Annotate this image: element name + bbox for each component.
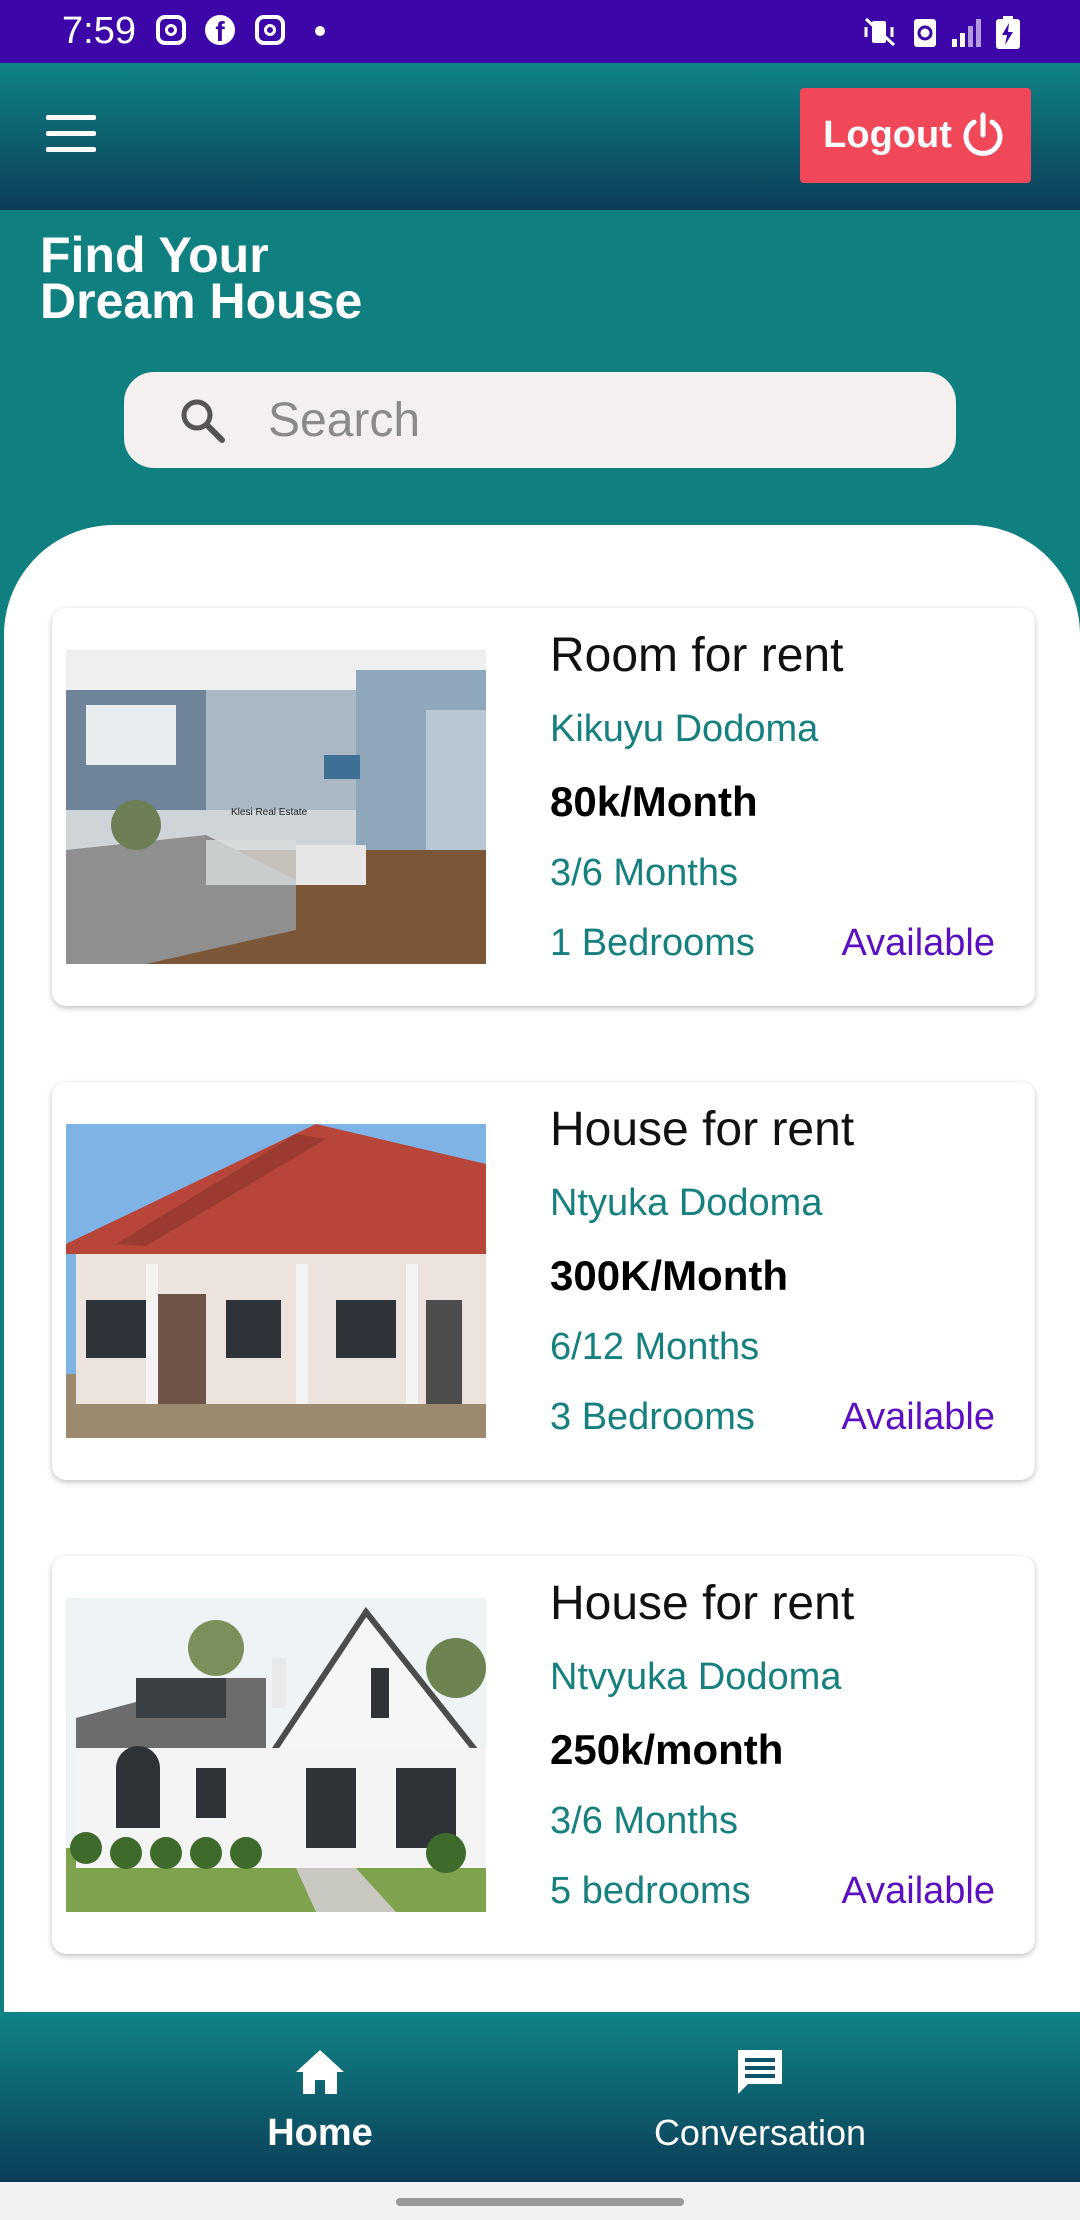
listing-card[interactable]: Klesi Real Estate Room for rent Kikuyu D… [52, 608, 1035, 1006]
facebook-icon: f [205, 15, 235, 47]
listing-title: House for rent [550, 1577, 855, 1630]
listing-image [66, 1598, 486, 1912]
listing-bedrooms: 3 Bedrooms [550, 1396, 755, 1438]
signal-icon [952, 19, 981, 47]
listing-image: Klesi Real Estate [66, 650, 486, 964]
listing-status: Available [841, 1870, 995, 1912]
status-bar: 7:59 f [0, 0, 1080, 63]
listing-status: Available [841, 922, 995, 964]
listing-location: Ntvyuka Dodoma [550, 1656, 842, 1698]
search-bar[interactable] [124, 372, 956, 468]
power-icon [963, 112, 1003, 156]
listing-title: Room for rent [550, 629, 844, 682]
app-bar: Logout [0, 63, 1080, 210]
listing-duration: 3/6 Months [550, 852, 738, 894]
mute-vibrate-icon [864, 17, 896, 47]
listing-duration: 3/6 Months [550, 1800, 738, 1842]
hamburger-icon [46, 115, 96, 120]
listings-panel: Klesi Real Estate Room for rent Kikuyu D… [4, 525, 1080, 2015]
logout-label: Logout [823, 114, 952, 156]
logout-button[interactable]: Logout [800, 88, 1031, 183]
listing-price: 300K/Month [550, 1252, 789, 1299]
listing-card[interactable]: House for rent Ntyuka Dodoma 300K/Month … [52, 1082, 1035, 1480]
page-title: Find Your Dream House [40, 227, 363, 329]
listing-title: House for rent [550, 1103, 855, 1156]
battery-charging-icon [996, 16, 1020, 49]
gesture-area [0, 2182, 1080, 2220]
listing-bedrooms: 5 bedrooms [550, 1870, 751, 1912]
notification-dot-icon [315, 26, 325, 36]
search-icon [181, 399, 225, 443]
listing-price: 80k/Month [550, 778, 758, 825]
listing-card[interactable]: House for rent Ntvyuka Dodoma 250k/month… [52, 1556, 1035, 1954]
home-gesture-bar[interactable] [396, 2198, 684, 2206]
listing-bedrooms: 1 Bedrooms [550, 922, 755, 964]
listing-image [66, 1124, 486, 1438]
bottom-navigation: Home Conversation [0, 2012, 1080, 2182]
listing-status: Available [841, 1396, 995, 1438]
listing-location: Kikuyu Dodoma [550, 708, 819, 750]
image-watermark: Klesi Real Estate [231, 807, 308, 818]
menu-button[interactable] [46, 115, 98, 155]
nav-conversation[interactable]: Conversation [500, 2012, 1020, 2182]
listing-duration: 6/12 Months [550, 1326, 760, 1368]
instagram-icon [255, 15, 285, 45]
search-input[interactable] [268, 390, 908, 450]
status-time: 7:59 [62, 10, 136, 52]
listing-location: Ntyuka Dodoma [550, 1182, 823, 1224]
listing-price: 250k/month [550, 1726, 784, 1773]
chat-icon [738, 2050, 782, 2094]
nav-conversation-label: Conversation [653, 2112, 867, 2153]
instagram-icon [156, 15, 186, 45]
data-saver-icon [914, 19, 936, 47]
home-icon [296, 2050, 344, 2094]
